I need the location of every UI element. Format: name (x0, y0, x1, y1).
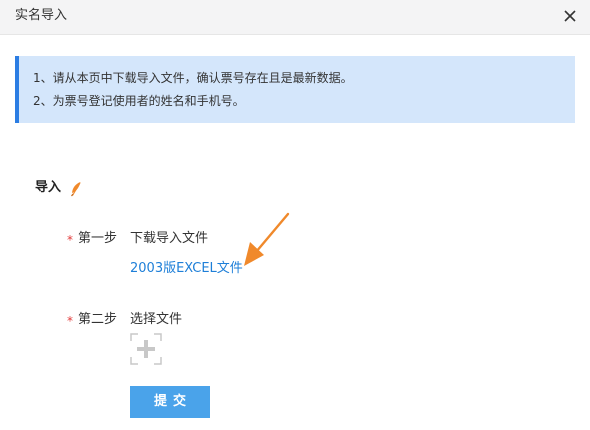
step1-required-mark: * (67, 233, 73, 247)
notice-line-2: 2、为票号登记使用者的姓名和手机号。 (33, 94, 245, 108)
dialog-title: 实名导入 (15, 8, 68, 23)
download-excel-link[interactable]: 2003版EXCEL文件 (130, 260, 243, 278)
step2-text: 选择文件 (130, 312, 183, 327)
file-upload-button[interactable] (130, 333, 162, 365)
close-icon[interactable] (562, 8, 578, 24)
notice-line-1: 1、请从本页中下载导入文件，确认票号存在且是最新数据。 (33, 71, 353, 85)
import-dialog: 实名导入 1、请从本页中下载导入文件，确认票号存在且是最新数据。 2、为票号登记… (0, 0, 590, 430)
section-title: 导入 (35, 180, 62, 195)
dialog-header: 实名导入 (0, 0, 590, 35)
submit-button[interactable]: 提交 (130, 386, 210, 418)
step1-label: 第一步 (78, 231, 118, 246)
step1-text: 下载导入文件 (130, 231, 209, 246)
step2-label: 第二步 (78, 312, 118, 327)
plus-icon (137, 340, 155, 358)
step2-required-mark: * (67, 314, 73, 328)
annotation-arrow (244, 212, 290, 266)
notice-box: 1、请从本页中下载导入文件，确认票号存在且是最新数据。 2、为票号登记使用者的姓… (15, 56, 575, 123)
leaf-icon (71, 182, 81, 197)
